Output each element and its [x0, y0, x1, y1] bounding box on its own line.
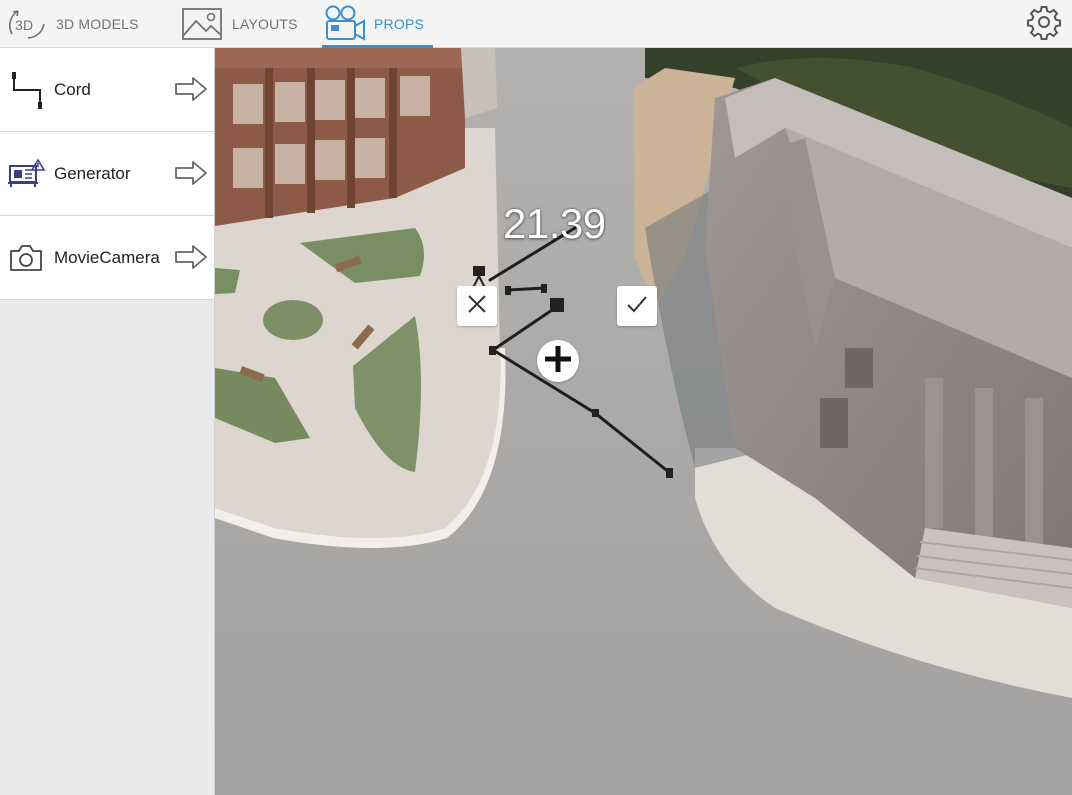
3d-rotate-icon: 3D [4, 4, 48, 44]
prop-item-label: Cord [54, 79, 91, 99]
3d-viewport[interactable]: 21.39 [215, 48, 1072, 795]
camera-icon [2, 238, 50, 278]
tab-layouts-label: LAYOUTS [232, 16, 298, 32]
generator-icon [2, 154, 50, 194]
confirm-button[interactable] [617, 286, 657, 326]
image-icon [180, 4, 224, 44]
gear-icon [1026, 4, 1062, 45]
arrow-right-icon[interactable] [174, 159, 208, 187]
svg-text:3D: 3D [15, 17, 33, 33]
cord-icon [2, 70, 50, 110]
check-icon [626, 293, 648, 320]
tab-layouts[interactable]: LAYOUTS [180, 0, 298, 48]
props-sidebar: Cord Generator MovieCamera [0, 48, 215, 795]
close-icon [466, 293, 488, 320]
movie-camera-icon [322, 4, 366, 44]
aerial-scene [215, 48, 1072, 795]
prop-item-moviecamera[interactable]: MovieCamera [0, 216, 214, 300]
arrow-right-icon[interactable] [174, 75, 208, 103]
tab-props[interactable]: PROPS [322, 0, 433, 48]
tab-3d-models-label: 3D MODELS [56, 16, 139, 32]
plus-icon [543, 344, 573, 379]
cancel-button[interactable] [457, 286, 497, 326]
tab-3d-models[interactable]: 3D 3D MODELS [4, 0, 139, 48]
prop-item-cord[interactable]: Cord [0, 48, 214, 132]
tab-props-label: PROPS [374, 16, 425, 32]
prop-item-generator[interactable]: Generator [0, 132, 214, 216]
arrow-right-icon[interactable] [174, 243, 208, 271]
prop-item-label: MovieCamera [54, 247, 160, 267]
settings-button[interactable] [1024, 4, 1064, 44]
add-point-button[interactable] [537, 340, 579, 382]
top-tab-bar: 3D 3D MODELS LAYOUTS PROPS [0, 0, 1072, 48]
distance-measurement: 21.39 [503, 200, 606, 247]
prop-item-label: Generator [54, 163, 131, 183]
